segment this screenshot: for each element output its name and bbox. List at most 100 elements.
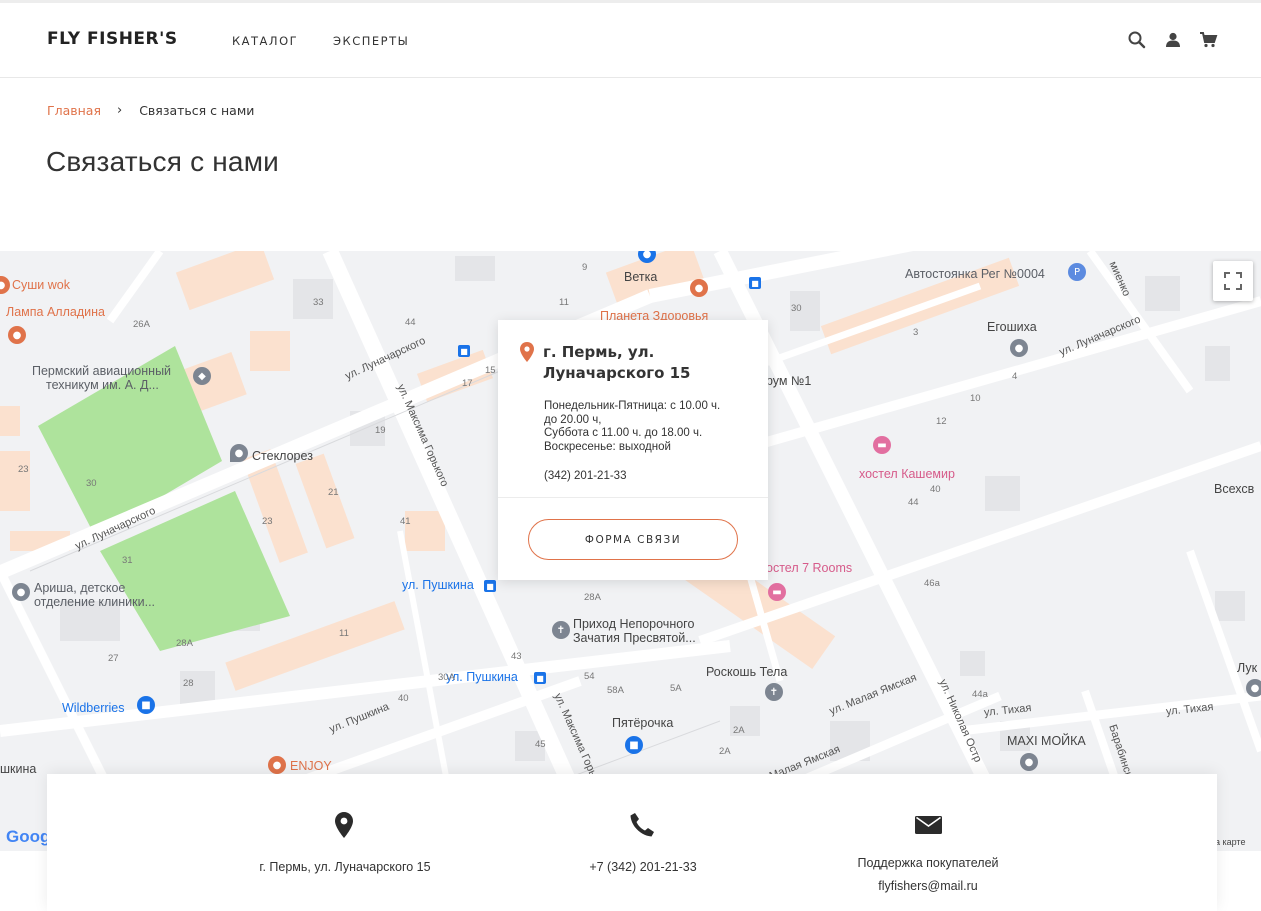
house-number: 19: [375, 425, 386, 436]
map-label-roskosh[interactable]: Роскошь Тела: [706, 665, 787, 679]
user-icon[interactable]: [1162, 29, 1184, 51]
breadcrumb-home[interactable]: Главная: [47, 103, 101, 118]
fullscreen-button[interactable]: [1213, 261, 1253, 301]
map-label-egoshikha[interactable]: Егошиха: [987, 320, 1037, 334]
house-number: 4: [1012, 371, 1018, 382]
house-number: 46a: [924, 578, 940, 589]
pin-icon[interactable]: ●: [1010, 339, 1028, 357]
map-label-lampa[interactable]: Лампа Алладина: [6, 305, 105, 319]
map-label-forum[interactable]: рум №1: [766, 374, 811, 388]
contact-form-button[interactable]: ФОРМА СВЯЗИ: [528, 519, 738, 560]
breadcrumb: Главная › Связаться с нами: [47, 103, 254, 118]
map-label-arisha-1[interactable]: Ариша, детское: [34, 581, 125, 595]
pin-icon[interactable]: ●: [230, 444, 248, 462]
contact-phone-text[interactable]: +7 (342) 201-21-33: [493, 860, 793, 874]
map-label-sushi[interactable]: Суши wok: [12, 278, 70, 292]
map-label-avtostoyanka[interactable]: Автостоянка Рег №0004: [905, 267, 1045, 281]
parking-icon[interactable]: P: [1068, 263, 1086, 281]
house-number: 54: [584, 671, 595, 682]
breadcrumb-separator: ›: [117, 103, 123, 118]
map-label-steklorez[interactable]: Стеклорез: [252, 449, 313, 463]
map-label-pushkina-stop-2[interactable]: ул. Пушкина: [446, 670, 518, 684]
popup-divider: [498, 497, 768, 498]
contact-address-text: г. Пермь, ул. Луначарского 15: [259, 860, 431, 874]
cart-icon[interactable]: [1197, 29, 1219, 51]
house-number: 31: [122, 555, 133, 566]
hotel-icon[interactable]: ▬: [873, 436, 891, 454]
pin-icon[interactable]: ●: [1020, 753, 1038, 771]
restaurant-icon[interactable]: ●: [268, 756, 286, 774]
house-number: 45: [535, 739, 546, 750]
house-number: 28A: [176, 638, 193, 649]
house-number: 2A: [719, 746, 731, 757]
nav-experts[interactable]: ЭКСПЕРТЫ: [333, 34, 409, 48]
popup-hours-line: Воскресенье: выходной: [544, 441, 671, 454]
map-label-wildberries[interactable]: Wildberries: [62, 701, 125, 715]
map-label-vetka[interactable]: Ветка: [624, 270, 657, 284]
school-icon[interactable]: ◆: [193, 367, 211, 385]
site-header: FLY FISHER'S КАТАЛОГ ЭКСПЕРТЫ: [0, 3, 1261, 78]
site-logo[interactable]: FLY FISHER'S: [47, 29, 178, 49]
map-label-aviation-2[interactable]: техникум им. А. Д...: [46, 378, 159, 392]
popup-hours-line: до 20.00 ч,: [544, 413, 602, 426]
bus-stop-icon[interactable]: ■: [534, 672, 546, 684]
support-email[interactable]: flyfishers@mail.ru: [778, 879, 1078, 893]
breadcrumb-current: Связаться с нами: [139, 103, 255, 118]
house-number: 40: [398, 693, 409, 704]
house-number: 44: [405, 317, 416, 328]
house-number: 21: [328, 487, 339, 498]
shopping-cart-icon[interactable]: ■: [625, 736, 643, 754]
bus-stop-icon[interactable]: ■: [484, 580, 496, 592]
map-label-hostel-kashemir[interactable]: хостел Кашемир: [859, 467, 955, 481]
church-icon[interactable]: ✝: [552, 621, 570, 639]
search-icon[interactable]: [1126, 29, 1148, 51]
map-label-pushkina-stop-1[interactable]: ул. Пушкина: [402, 578, 474, 592]
house-number: 44: [908, 497, 919, 508]
house-number: 3: [913, 327, 919, 338]
house-number: 33: [313, 297, 324, 308]
popup-hours: Понедельник-Пятница: с 10.00 ч. до 20.00…: [544, 400, 754, 455]
house-number: 10: [970, 393, 981, 404]
house-number: 11: [339, 628, 349, 639]
pin-icon[interactable]: ●: [12, 583, 30, 601]
house-number: 23: [262, 516, 273, 527]
pin-icon[interactable]: ●: [1246, 679, 1261, 697]
house-number: 30A: [438, 672, 455, 683]
map-label-aviation-1[interactable]: Пермский авиационный: [32, 364, 171, 378]
popup-hours-line: Суббота с 11.00 ч. до 18.00 ч.: [544, 427, 703, 440]
map-label-luk[interactable]: Лук: [1237, 661, 1257, 675]
house-number: 30: [86, 478, 97, 489]
house-number: 27: [108, 653, 119, 664]
house-number: 12: [936, 416, 947, 427]
hotel-icon[interactable]: ▬: [768, 583, 786, 601]
bus-stop-icon[interactable]: ■: [458, 345, 470, 357]
map-label-vsekhsv[interactable]: Всехсв: [1214, 482, 1254, 496]
restaurant-icon[interactable]: ●: [690, 279, 708, 297]
contacts-band: г. Пермь, ул. Луначарского 15 +7 (342) 2…: [47, 774, 1217, 911]
house-number: 43: [511, 651, 522, 662]
house-number: 26A: [133, 319, 150, 330]
map-label-arisha-2[interactable]: отделение клиники...: [34, 595, 155, 609]
map-label-prihod-2[interactable]: Зачатия Пресвятой...: [573, 631, 696, 645]
popup-phone[interactable]: (342) 201-21-33: [544, 470, 626, 482]
restaurant-icon[interactable]: ●: [8, 326, 26, 344]
shopping-icon[interactable]: ■: [137, 696, 155, 714]
nav-catalog[interactable]: КАТАЛОГ: [232, 34, 298, 48]
map-label-pushkina-left[interactable]: шкина: [0, 762, 36, 776]
popup-address: г. Пермь, ул. Луначарского 15: [543, 343, 691, 382]
map-label-pyaterochka[interactable]: Пятёрочка: [612, 716, 673, 730]
house-number: 2A: [733, 725, 745, 736]
location-popup: г. Пермь, ул. Луначарского 15 Понедельни…: [498, 320, 768, 580]
map-label-enjoy[interactable]: ENJOY: [290, 759, 332, 773]
house-number: 28A: [584, 592, 601, 603]
page-title: Связаться с нами: [46, 146, 279, 177]
phone-icon: [630, 813, 654, 837]
map-label-hostel-7rooms[interactable]: остел 7 Rooms: [766, 561, 852, 575]
map-label-prihod-1[interactable]: Приход Непорочного: [573, 617, 694, 631]
bus-stop-icon[interactable]: ■: [749, 277, 761, 289]
church-icon[interactable]: ✝: [765, 683, 783, 701]
map-label-maxi[interactable]: MAXI МОЙКА: [1007, 734, 1086, 748]
house-number: 30: [791, 303, 802, 314]
location-pin-icon: [520, 342, 534, 362]
house-number: 44a: [972, 689, 988, 700]
